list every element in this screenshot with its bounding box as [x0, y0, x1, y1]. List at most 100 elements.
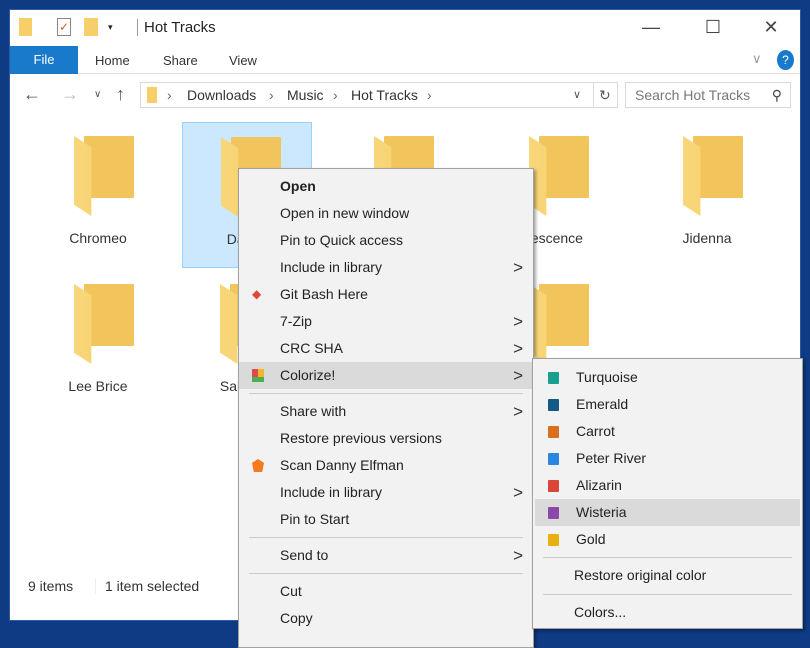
menu-item-send-to[interactable]: Send to >	[239, 542, 533, 569]
minimize-button[interactable]: —	[628, 14, 674, 42]
help-icon[interactable]: ?	[777, 50, 794, 70]
colorize-icon	[252, 369, 264, 382]
menu-item-label: Include in library	[280, 259, 382, 275]
menu-item-restore-previous-versions[interactable]: Restore previous versions	[239, 425, 533, 452]
menu-item-label: Scan Danny Elfman	[280, 457, 404, 473]
menu-item-label: Git Bash Here	[280, 286, 368, 302]
dropdown-icon[interactable]: ∨	[573, 83, 581, 107]
menu-item-label: Colors...	[574, 604, 627, 620]
menu-item-crc-sha[interactable]: CRC SHA >	[239, 335, 533, 362]
menu-item-label: Share with	[280, 403, 347, 419]
folder-icon	[529, 136, 591, 216]
menu-separator	[249, 573, 523, 574]
folder-name: Lee Brice	[68, 378, 128, 394]
menu-item-share-with[interactable]: Share with >	[239, 398, 533, 425]
up-icon[interactable]: ↑	[116, 84, 125, 105]
color-label: Gold	[576, 531, 606, 547]
maximize-button[interactable]: ☐	[690, 14, 736, 42]
menu-item-label: CRC SHA	[280, 340, 344, 356]
menu-item-label: Restore previous versions	[280, 430, 442, 446]
folder-item[interactable]: Jidenna	[645, 122, 769, 268]
colors-more-item[interactable]: Colors...	[533, 599, 802, 627]
menu-item-include-in-library[interactable]: Include in library >	[239, 479, 533, 506]
menu-item-pin-to-quick-access[interactable]: Pin to Quick access	[239, 227, 533, 254]
tab-home[interactable]: Home	[95, 53, 130, 68]
breadcrumb-downloads[interactable]: Downloads	[187, 83, 256, 107]
chevron-right-icon: >	[513, 402, 523, 421]
color-option-emerald[interactable]: Emerald	[535, 391, 800, 418]
menu-item-include-in-library[interactable]: Include in library >	[239, 254, 533, 281]
color-option-turquoise[interactable]: Turquoise	[535, 364, 800, 391]
customize-toolbar-icon[interactable]: ▾	[108, 22, 113, 33]
menu-item-label: Open	[280, 178, 316, 194]
color-option-alizarin[interactable]: Alizarin	[535, 472, 800, 499]
color-folder-icon	[548, 507, 559, 519]
color-option-peter-river[interactable]: Peter River	[535, 445, 800, 472]
menu-item-label: Open in new window	[280, 205, 410, 221]
address-bar-row: ← → ∨ ↑ › Downloads › Music › Hot Tracks…	[10, 74, 800, 114]
chevron-right-icon: ›	[427, 87, 432, 103]
color-label: Carrot	[576, 423, 615, 439]
color-label: Emerald	[576, 396, 629, 412]
chevron-right-icon: >	[513, 339, 523, 358]
menu-item-colorize[interactable]: Colorize! >	[239, 362, 533, 389]
menu-item-scan-danny-elfman[interactable]: Scan Danny Elfman	[239, 452, 533, 479]
properties-icon[interactable]: ✓	[57, 18, 71, 36]
folder-item[interactable]: Chromeo	[36, 122, 160, 268]
colorize-submenu: Turquoise Emerald Carrot Peter River Alizari…	[532, 358, 803, 629]
menu-separator	[249, 393, 523, 394]
search-input[interactable]: Search Hot Tracks ⚲	[625, 82, 791, 108]
restore-original-color-item[interactable]: Restore original color	[533, 562, 802, 590]
forward-icon[interactable]: →	[61, 84, 79, 105]
color-folder-icon	[548, 426, 559, 438]
color-folder-icon	[548, 399, 559, 411]
back-icon[interactable]: ←	[23, 84, 41, 105]
color-folder-icon	[548, 534, 559, 546]
tab-share[interactable]: Share	[163, 53, 198, 68]
search-icon: ⚲	[771, 87, 782, 103]
menu-item-cut[interactable]: Cut	[239, 578, 533, 605]
color-folder-icon	[548, 372, 559, 384]
menu-item-git-bash-here[interactable]: ◆ Git Bash Here	[239, 281, 533, 308]
breadcrumb-music[interactable]: Music	[287, 83, 324, 107]
folder-icon	[19, 18, 32, 36]
title-bar: ✓ ▾ Hot Tracks — ☐ ✕	[10, 10, 800, 46]
menu-item-pin-to-start[interactable]: Pin to Start	[239, 506, 533, 533]
menu-item-label: Copy	[280, 610, 313, 626]
color-option-wisteria[interactable]: Wisteria	[535, 499, 800, 526]
color-option-gold[interactable]: Gold	[535, 526, 800, 553]
color-folder-icon	[548, 453, 559, 465]
menu-item-copy[interactable]: Copy	[239, 605, 533, 632]
selection-count: 1 item selected	[95, 578, 199, 594]
folder-icon	[683, 136, 745, 216]
folder-name: Chromeo	[69, 230, 127, 246]
chevron-right-icon: ›	[333, 87, 338, 103]
menu-item-open[interactable]: Open	[239, 173, 533, 200]
tab-view[interactable]: View	[229, 53, 257, 68]
expand-ribbon-icon[interactable]: ∨	[752, 51, 762, 67]
chevron-right-icon: ›	[269, 87, 274, 103]
folder-icon	[529, 284, 591, 364]
close-button[interactable]: ✕	[748, 14, 794, 42]
menu-item-label: Pin to Quick access	[280, 232, 403, 248]
menu-item-open-in-new-window[interactable]: Open in new window	[239, 200, 533, 227]
new-folder-icon[interactable]	[84, 18, 98, 36]
folder-name: Jidenna	[682, 230, 732, 246]
breadcrumb-hot-tracks[interactable]: Hot Tracks	[351, 83, 418, 107]
folder-icon	[147, 87, 157, 103]
refresh-icon[interactable]: ↻	[593, 83, 611, 107]
color-label: Wisteria	[576, 504, 627, 520]
ribbon: File Home Share View ∨ ?	[10, 46, 800, 74]
menu-item-7-zip[interactable]: 7-Zip >	[239, 308, 533, 335]
address-input[interactable]: › Downloads › Music › Hot Tracks › ∨ ↻	[140, 82, 618, 108]
chevron-right-icon: >	[513, 546, 523, 565]
recent-locations-icon[interactable]: ∨	[94, 89, 101, 100]
color-option-carrot[interactable]: Carrot	[535, 418, 800, 445]
menu-item-label: Send to	[280, 547, 329, 563]
color-folder-icon	[548, 480, 559, 492]
item-count: 9 items	[28, 578, 74, 594]
folder-item[interactable]: Lee Brice	[36, 270, 160, 416]
avast-icon	[252, 459, 264, 472]
color-label: Alizarin	[576, 477, 622, 493]
tab-file[interactable]: File	[10, 46, 78, 74]
